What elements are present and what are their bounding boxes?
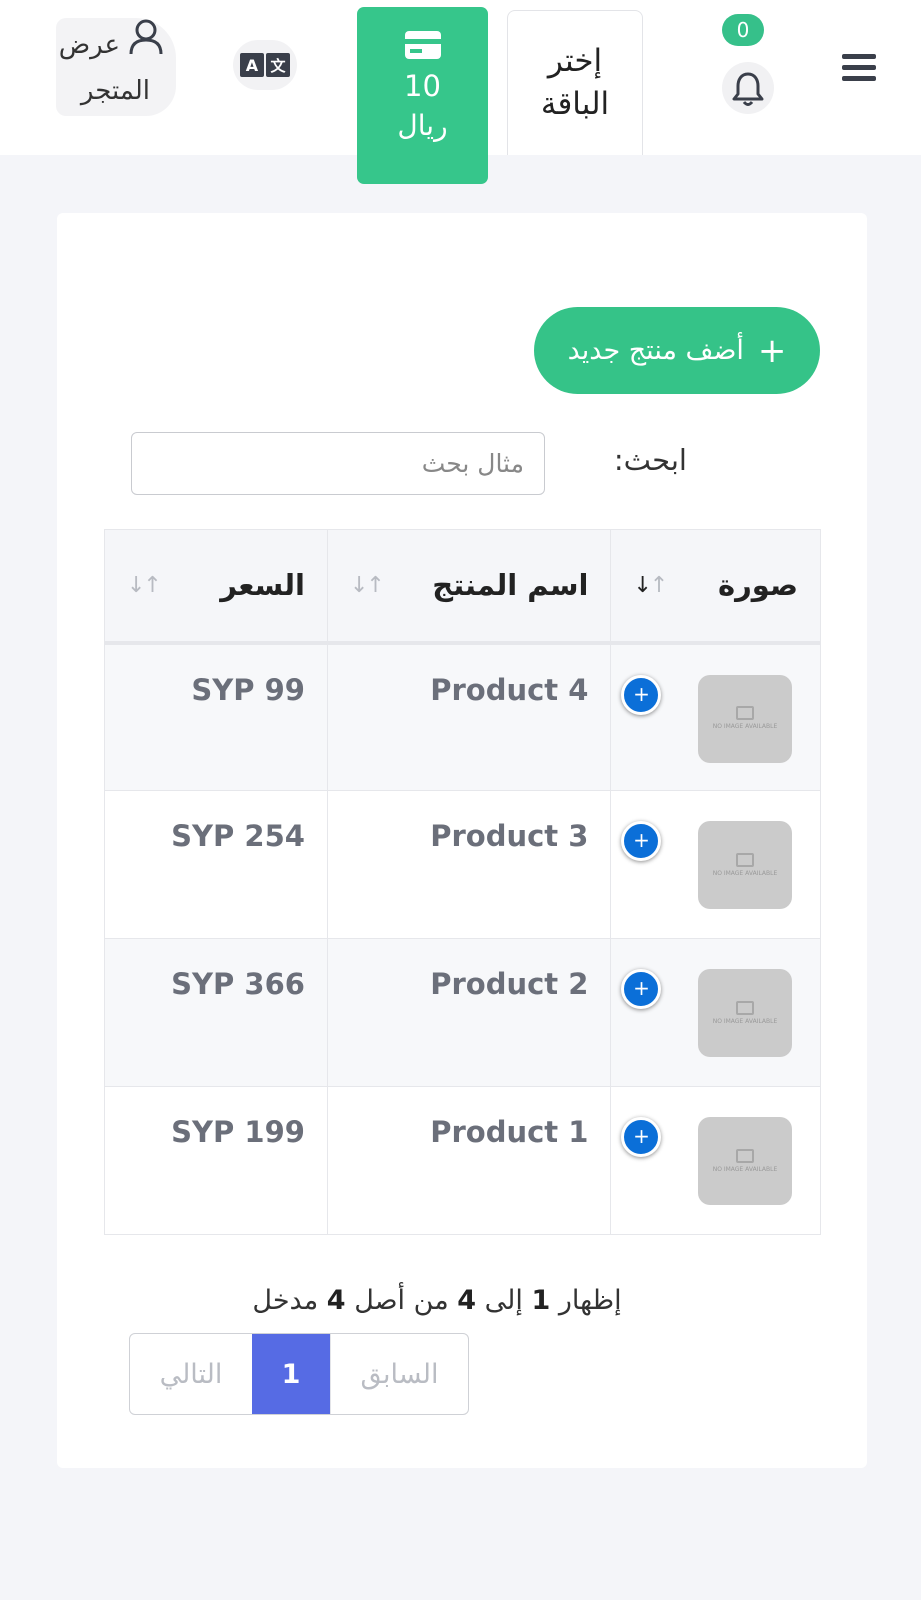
balance-currency: ريال — [397, 109, 448, 142]
image-cell: NO IMAGE AVAILABLE + — [610, 790, 821, 939]
sort-icon[interactable]: ↑↓ — [633, 573, 668, 598]
products-table: صورة ↑↓ اسم المنتج ↑↓ السعر ↑↓ NO IMAGE … — [104, 529, 821, 1235]
expand-row-button[interactable]: + — [621, 821, 662, 861]
sort-icon[interactable]: ↑↓ — [127, 573, 162, 598]
no-image-text: NO IMAGE AVAILABLE — [712, 1165, 778, 1173]
choose-package-button[interactable]: إختر الباقة — [507, 10, 643, 155]
product-thumbnail: NO IMAGE AVAILABLE — [698, 1117, 792, 1205]
expand-row-button[interactable]: + — [621, 1117, 662, 1157]
table-row: NO IMAGE AVAILABLE + Product 2 SYP 366 — [104, 938, 821, 1087]
add-product-button[interactable]: + أضف منتج جديد — [534, 307, 820, 394]
table-row: NO IMAGE AVAILABLE + Product 1 SYP 199 — [104, 1086, 821, 1235]
product-price-cell: SYP 199 — [104, 1086, 328, 1235]
image-placeholder-icon — [736, 1148, 754, 1163]
translate-icon: A 文 — [240, 53, 290, 77]
product-name-cell: Product 4 — [326, 642, 612, 791]
column-header-name[interactable]: اسم المنتج ↑↓ — [326, 529, 612, 645]
info-prefix: إظهار — [558, 1285, 622, 1316]
no-image-text: NO IMAGE AVAILABLE — [712, 723, 778, 731]
next-page-button[interactable]: التالي — [130, 1334, 252, 1414]
hamburger-menu-icon[interactable] — [842, 54, 876, 88]
product-name-cell: Product 2 — [326, 938, 612, 1087]
pagination: التالي 1 السابق — [129, 1333, 469, 1415]
package-line1: إختر — [547, 42, 603, 79]
product-name-cell: Product 1 — [326, 1086, 612, 1235]
plus-icon: + — [757, 330, 787, 371]
column-label-name: اسم المنتج — [432, 568, 589, 603]
notifications-button[interactable]: 0 — [722, 10, 786, 120]
column-header-image[interactable]: صورة ↑↓ — [610, 529, 821, 645]
table-header-row: صورة ↑↓ اسم المنتج ↑↓ السعر ↑↓ — [104, 529, 821, 645]
image-cell: NO IMAGE AVAILABLE + — [610, 642, 821, 791]
search-input[interactable] — [131, 432, 545, 495]
language-button[interactable]: A 文 — [233, 40, 297, 90]
package-line2: الباقة — [540, 86, 610, 122]
svg-text:文: 文 — [270, 57, 286, 75]
table-info-text: إظهار 1 إلى 4 من أصل 4 مدخل — [117, 1285, 757, 1316]
table-row: NO IMAGE AVAILABLE + Product 4 SYP 99 — [104, 642, 821, 791]
column-header-price[interactable]: السعر ↑↓ — [104, 529, 328, 645]
product-thumbnail: NO IMAGE AVAILABLE — [698, 821, 792, 909]
info-from: 1 — [531, 1285, 551, 1316]
store-label-line2: المتجر — [80, 76, 150, 106]
balance-amount: 10 — [404, 69, 441, 103]
info-to: 4 — [457, 1285, 477, 1316]
view-store-button[interactable]: عرض المتجر — [56, 18, 176, 116]
top-bar: 0 إختر الباقة 10 ريال A 文 عرض المتجر — [0, 0, 921, 184]
sort-icon[interactable]: ↑↓ — [350, 573, 385, 598]
user-icon — [129, 19, 163, 55]
product-price-cell: SYP 99 — [104, 642, 328, 791]
notification-bell-bg — [722, 62, 774, 114]
notification-count-badge: 0 — [722, 14, 764, 46]
info-suffix: مدخل — [252, 1285, 319, 1316]
table-row: NO IMAGE AVAILABLE + Product 3 SYP 254 — [104, 790, 821, 939]
info-to-word: إلى — [484, 1285, 523, 1316]
search-label: ابحث: — [613, 443, 687, 477]
expand-row-button[interactable]: + — [621, 674, 662, 715]
product-price-cell: SYP 366 — [104, 938, 328, 1087]
column-label-image: صورة — [717, 568, 798, 603]
expand-row-button[interactable]: + — [621, 969, 662, 1009]
image-placeholder-icon — [736, 706, 754, 721]
store-label-line1: عرض — [58, 30, 120, 60]
info-total: 4 — [326, 1285, 346, 1316]
image-placeholder-icon — [736, 1000, 754, 1015]
credit-card-icon — [404, 31, 441, 59]
column-label-price: السعر — [220, 568, 305, 603]
previous-page-button[interactable]: السابق — [330, 1334, 468, 1414]
current-page-button[interactable]: 1 — [252, 1334, 330, 1414]
bell-icon — [732, 72, 764, 106]
product-thumbnail: NO IMAGE AVAILABLE — [698, 969, 792, 1057]
product-price-cell: SYP 254 — [104, 790, 328, 939]
image-placeholder-icon — [736, 852, 754, 867]
image-cell: NO IMAGE AVAILABLE + — [610, 938, 821, 1087]
products-card: + أضف منتج جديد ابحث: صورة ↑↓ اسم المنتج… — [57, 213, 867, 1468]
product-thumbnail: NO IMAGE AVAILABLE — [698, 674, 792, 763]
info-of-word: من أصل — [354, 1285, 449, 1316]
svg-text:A: A — [246, 56, 259, 75]
add-product-label: أضف منتج جديد — [567, 335, 744, 366]
balance-button[interactable]: 10 ريال — [357, 7, 488, 184]
product-name-cell: Product 3 — [326, 790, 612, 939]
no-image-text: NO IMAGE AVAILABLE — [712, 869, 778, 877]
image-cell: NO IMAGE AVAILABLE + — [610, 1086, 821, 1235]
no-image-text: NO IMAGE AVAILABLE — [712, 1017, 778, 1025]
